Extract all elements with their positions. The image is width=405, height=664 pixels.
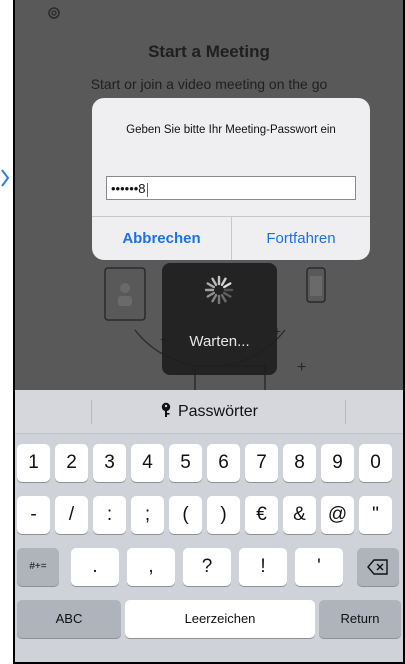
keyboard-key[interactable]: 1	[17, 444, 50, 482]
spinner-spoke	[211, 277, 218, 287]
spinner-spoke	[220, 277, 227, 287]
keyboard-key[interactable]: "	[359, 496, 392, 534]
spinner-icon	[204, 275, 234, 305]
password-value: ••••••8	[111, 181, 146, 196]
keyboard-key[interactable]: 6	[207, 444, 240, 482]
svg-text:+: +	[297, 359, 306, 376]
keyboard-key[interactable]: 4	[131, 444, 164, 482]
screen: Start a Meeting Start or join a video me…	[15, 0, 403, 662]
keyboard-key[interactable]: 3	[93, 444, 126, 482]
spinner-spoke	[206, 291, 216, 298]
keyboard-key[interactable]: &	[283, 496, 316, 534]
keyboard-key[interactable]: 0	[359, 444, 392, 482]
dialog-message: Geben Sie bitte Ihr Meeting-Passwort ein	[126, 124, 336, 136]
text-caret	[146, 182, 148, 197]
keyboard-key[interactable]: 8	[283, 444, 316, 482]
keyboard-key[interactable]: ;	[131, 496, 164, 534]
continue-button[interactable]: Fortfahren	[232, 217, 370, 260]
passwords-label: Passwörter	[177, 403, 259, 420]
spinner-spoke	[222, 291, 232, 298]
keyboard-key[interactable]: .	[71, 548, 119, 586]
abc-key[interactable]: ABC	[17, 600, 121, 638]
spinner-spoke	[222, 282, 232, 289]
keyboard-key[interactable]: )	[207, 496, 240, 534]
key-icon	[161, 402, 171, 417]
page-subtitle: Start or join a video meeting on the go	[90, 76, 328, 92]
keyboard-key[interactable]: /	[55, 496, 88, 534]
delete-left-icon	[367, 559, 388, 575]
keyboard-key[interactable]: !	[239, 548, 287, 586]
gear-icon[interactable]	[47, 6, 61, 20]
return-key[interactable]: Return	[319, 600, 401, 638]
keyboard-key[interactable]: '	[295, 548, 343, 586]
spinner-spoke	[211, 293, 218, 303]
loading-overlay: Warten...	[162, 263, 277, 375]
password-dialog: Geben Sie bitte Ihr Meeting-Passwort ein…	[92, 98, 370, 260]
keyboard-key[interactable]: (	[169, 496, 202, 534]
keyboard-suggestion-bar: Passwörter	[15, 390, 403, 434]
keyboard: Passwörter 1234567890 - /:;() € & @ " #+= .,?…	[15, 390, 403, 662]
keyboard-key[interactable]: €	[245, 496, 278, 534]
keyboard-key[interactable]: 7	[245, 444, 278, 482]
phone-frame: Start a Meeting Start or join a video me…	[13, 0, 405, 664]
loading-label: Warten...	[189, 333, 250, 350]
keyboard-key[interactable]: :	[93, 496, 126, 534]
password-field[interactable]: ••••••8	[106, 176, 356, 200]
cancel-button[interactable]: Abbrechen	[92, 217, 231, 260]
keyboard-key[interactable]: 9	[321, 444, 354, 482]
spinner-spoke	[206, 282, 216, 289]
pointer-arrow-icon	[1, 169, 10, 187]
passwords-button[interactable]: Passwörter	[15, 402, 403, 421]
keyboard-key[interactable]: ?	[183, 548, 231, 586]
page-title: Start a Meeting	[148, 42, 270, 61]
backspace-key[interactable]	[357, 548, 399, 586]
keyboard-key[interactable]: 5	[169, 444, 202, 482]
keyboard-key[interactable]: ,	[127, 548, 175, 586]
keyboard-key[interactable]: 2	[55, 444, 88, 482]
keyboard-key[interactable]: -	[17, 496, 50, 534]
keyboard-key[interactable]: @	[321, 496, 354, 534]
spinner-spoke	[220, 293, 227, 303]
space-key[interactable]: Leerzeichen	[125, 600, 315, 638]
more-symbols-key[interactable]: #+=	[17, 548, 59, 586]
